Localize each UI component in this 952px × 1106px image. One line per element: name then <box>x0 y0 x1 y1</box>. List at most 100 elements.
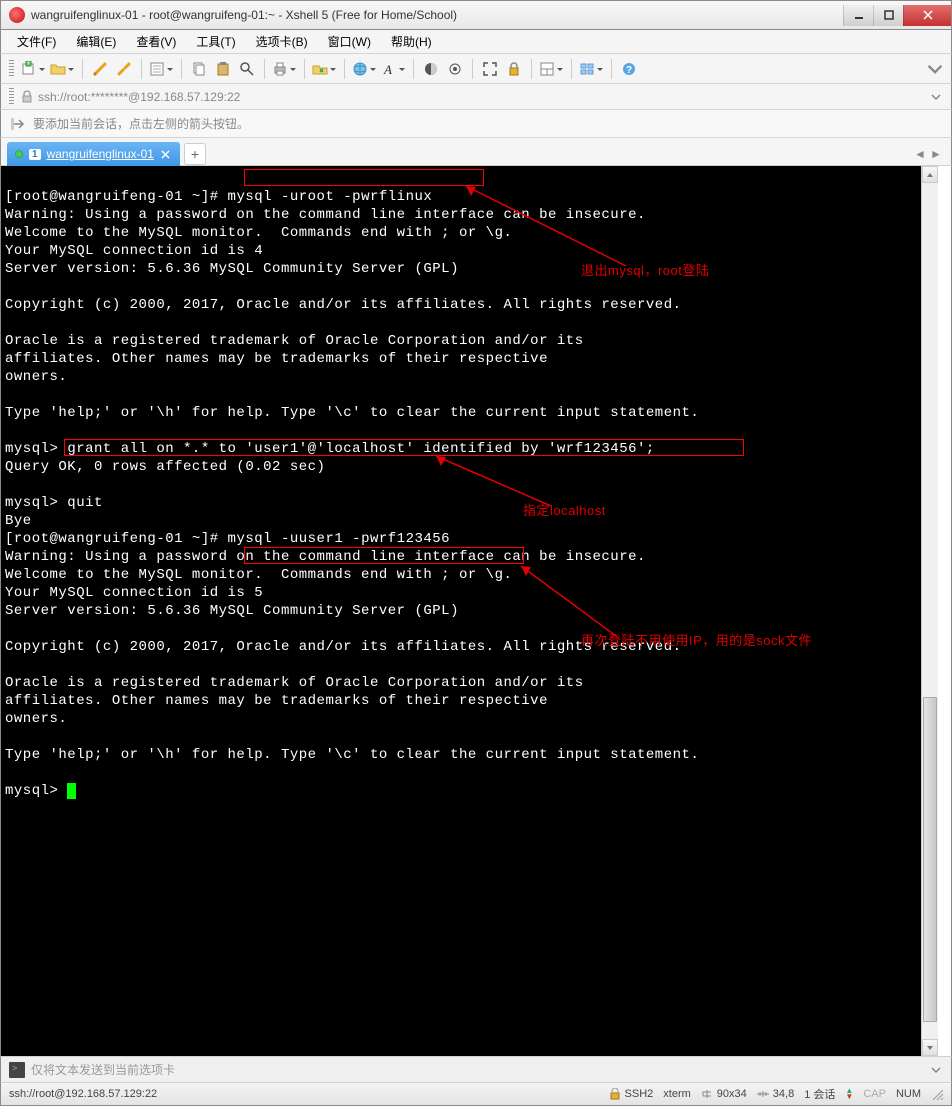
menu-help[interactable]: 帮助(H) <box>383 31 440 52</box>
add-tab-button[interactable]: + <box>184 143 206 165</box>
menu-file[interactable]: 文件(F) <box>9 31 64 52</box>
annotation-box <box>64 439 744 456</box>
address-dropdown-icon[interactable] <box>929 90 943 104</box>
add-session-icon[interactable] <box>11 116 27 132</box>
svg-text:A: A <box>383 62 392 77</box>
new-session-button[interactable]: + <box>20 58 47 80</box>
terminal-line: affiliates. Other names may be trademark… <box>5 351 548 367</box>
reconnect-button[interactable] <box>89 58 111 80</box>
session-tab[interactable]: 1 wangruifenglinux-01 <box>7 142 180 166</box>
open-session-button[interactable] <box>49 58 76 80</box>
menu-view[interactable]: 查看(V) <box>128 31 184 52</box>
scroll-thumb[interactable] <box>923 697 937 1022</box>
terminal-line: Welcome to the MySQL monitor. Commands e… <box>5 567 512 583</box>
paste-button[interactable] <box>212 58 234 80</box>
menu-window[interactable]: 窗口(W) <box>320 31 379 52</box>
globe-button[interactable] <box>351 58 378 80</box>
terminal-line: mysql> quit <box>5 495 103 511</box>
tab-number: 1 <box>29 149 41 160</box>
resize-grip-icon[interactable] <box>931 1088 943 1100</box>
scroll-down-icon[interactable] <box>922 1039 938 1056</box>
menu-edit[interactable]: 编辑(E) <box>68 31 124 52</box>
terminal-line: affiliates. Other names may be trademark… <box>5 693 548 709</box>
send-bar[interactable]: 仅将文本发送到当前选项卡 <box>0 1056 952 1082</box>
minimize-button[interactable] <box>843 5 873 26</box>
terminal-line: Oracle is a registered trademark of Orac… <box>5 675 584 691</box>
layout-button[interactable] <box>538 58 565 80</box>
annotation-text: 退出mysql，root登陆 <box>581 262 709 280</box>
tab-next-icon[interactable]: ► <box>929 145 943 163</box>
status-sessions: 1 会话 <box>804 1086 835 1102</box>
toolbar: + A ? <box>0 54 952 84</box>
highlight-button[interactable] <box>444 58 466 80</box>
status-cap: CAP <box>863 1088 886 1100</box>
command: mysql -uroot -pwrflinux <box>228 189 433 205</box>
tab-prev-icon[interactable]: ◄ <box>913 145 927 163</box>
menu-tabs[interactable]: 选项卡(B) <box>248 31 316 52</box>
font-button[interactable]: A <box>380 58 407 80</box>
grid-icon <box>701 1088 713 1100</box>
tab-close-icon[interactable] <box>160 148 172 160</box>
lock-icon <box>609 1088 621 1100</box>
menu-tools[interactable]: 工具(T) <box>188 31 243 52</box>
tab-bar: 1 wangruifenglinux-01 + ◄ ► <box>0 138 952 166</box>
lock-button[interactable] <box>503 58 525 80</box>
terminal-scrollbar[interactable] <box>921 166 938 1056</box>
prompt: [root@wangruifeng-01 ~]# <box>5 531 228 547</box>
xftp-button[interactable] <box>311 58 338 80</box>
app-icon <box>9 7 25 23</box>
fullscreen-button[interactable] <box>479 58 501 80</box>
copy-button[interactable] <box>188 58 210 80</box>
terminal-line: Query OK, 0 rows affected (0.02 sec) <box>5 459 325 475</box>
terminal-icon <box>9 1062 25 1078</box>
svg-text:?: ? <box>626 65 632 76</box>
view-mode-button[interactable] <box>578 58 605 80</box>
maximize-button[interactable] <box>873 5 903 26</box>
terminal[interactable]: [root@wangruifeng-01 ~]# mysql -uroot -p… <box>1 166 921 1056</box>
status-proto: SSH2 <box>609 1088 654 1100</box>
address-input[interactable]: ssh://root:********@192.168.57.129:22 <box>38 90 929 104</box>
lock-icon <box>20 90 34 104</box>
disconnect-button[interactable] <box>113 58 135 80</box>
scroll-up-icon[interactable] <box>922 166 938 183</box>
hint-text: 要添加当前会话，点击左侧的箭头按钮。 <box>33 115 249 132</box>
print-button[interactable] <box>271 58 298 80</box>
terminal-line: Type 'help;' or '\h' for help. Type '\c'… <box>5 747 699 763</box>
toolbar-grip[interactable] <box>9 60 14 78</box>
help-button[interactable]: ? <box>618 58 640 80</box>
status-dot-icon <box>15 150 23 158</box>
properties-button[interactable] <box>148 58 175 80</box>
address-bar: ssh://root:********@192.168.57.129:22 <box>0 84 952 110</box>
color-scheme-button[interactable] <box>420 58 442 80</box>
terminal-line: Type 'help;' or '\h' for help. Type '\c'… <box>5 405 699 421</box>
status-num: NUM <box>896 1088 921 1100</box>
command: mysql -uuser1 -pwrf123456 <box>228 531 451 547</box>
status-bar: ssh://root@192.168.57.129:22 SSH2 xterm … <box>0 1082 952 1106</box>
prompt: mysql> <box>5 783 67 799</box>
terminal-line: Bye <box>5 513 32 529</box>
terminal-line: owners. <box>5 369 67 385</box>
terminal-line: Copyright (c) 2000, 2017, Oracle and/or … <box>5 297 682 313</box>
annotation-box <box>244 169 484 186</box>
scroll-track[interactable] <box>922 183 938 1039</box>
terminal-line: Server version: 5.6.36 MySQL Community S… <box>5 261 459 277</box>
svg-text:+: + <box>27 61 31 67</box>
terminal-container: [root@wangruifeng-01 ~]# mysql -uroot -p… <box>0 166 952 1056</box>
terminal-line: owners. <box>5 711 67 727</box>
annotation-text: 再次登陆不用使用IP，用的是sock文件 <box>581 632 812 650</box>
window-titlebar: wangruifenglinux-01 - root@wangruifeng-0… <box>0 0 952 30</box>
toolbar-expand-icon[interactable] <box>927 61 943 77</box>
menu-bar: 文件(F) 编辑(E) 查看(V) 工具(T) 选项卡(B) 窗口(W) 帮助(… <box>0 30 952 54</box>
prompt: [root@wangruifeng-01 ~]# <box>5 189 228 205</box>
sendbar-dropdown-icon[interactable] <box>929 1065 943 1075</box>
find-button[interactable] <box>236 58 258 80</box>
ruler-icon <box>757 1088 769 1100</box>
addressbar-grip[interactable] <box>9 88 14 106</box>
close-button[interactable] <box>903 5 951 26</box>
terminal-line: Warning: Using a password on the command… <box>5 207 646 223</box>
status-updown-icon[interactable]: ▲▼ <box>845 1088 853 1100</box>
annotation-box <box>244 547 524 564</box>
status-term: xterm <box>663 1088 691 1100</box>
hint-bar: 要添加当前会话，点击左侧的箭头按钮。 <box>0 110 952 138</box>
terminal-line: Oracle is a registered trademark of Orac… <box>5 333 584 349</box>
